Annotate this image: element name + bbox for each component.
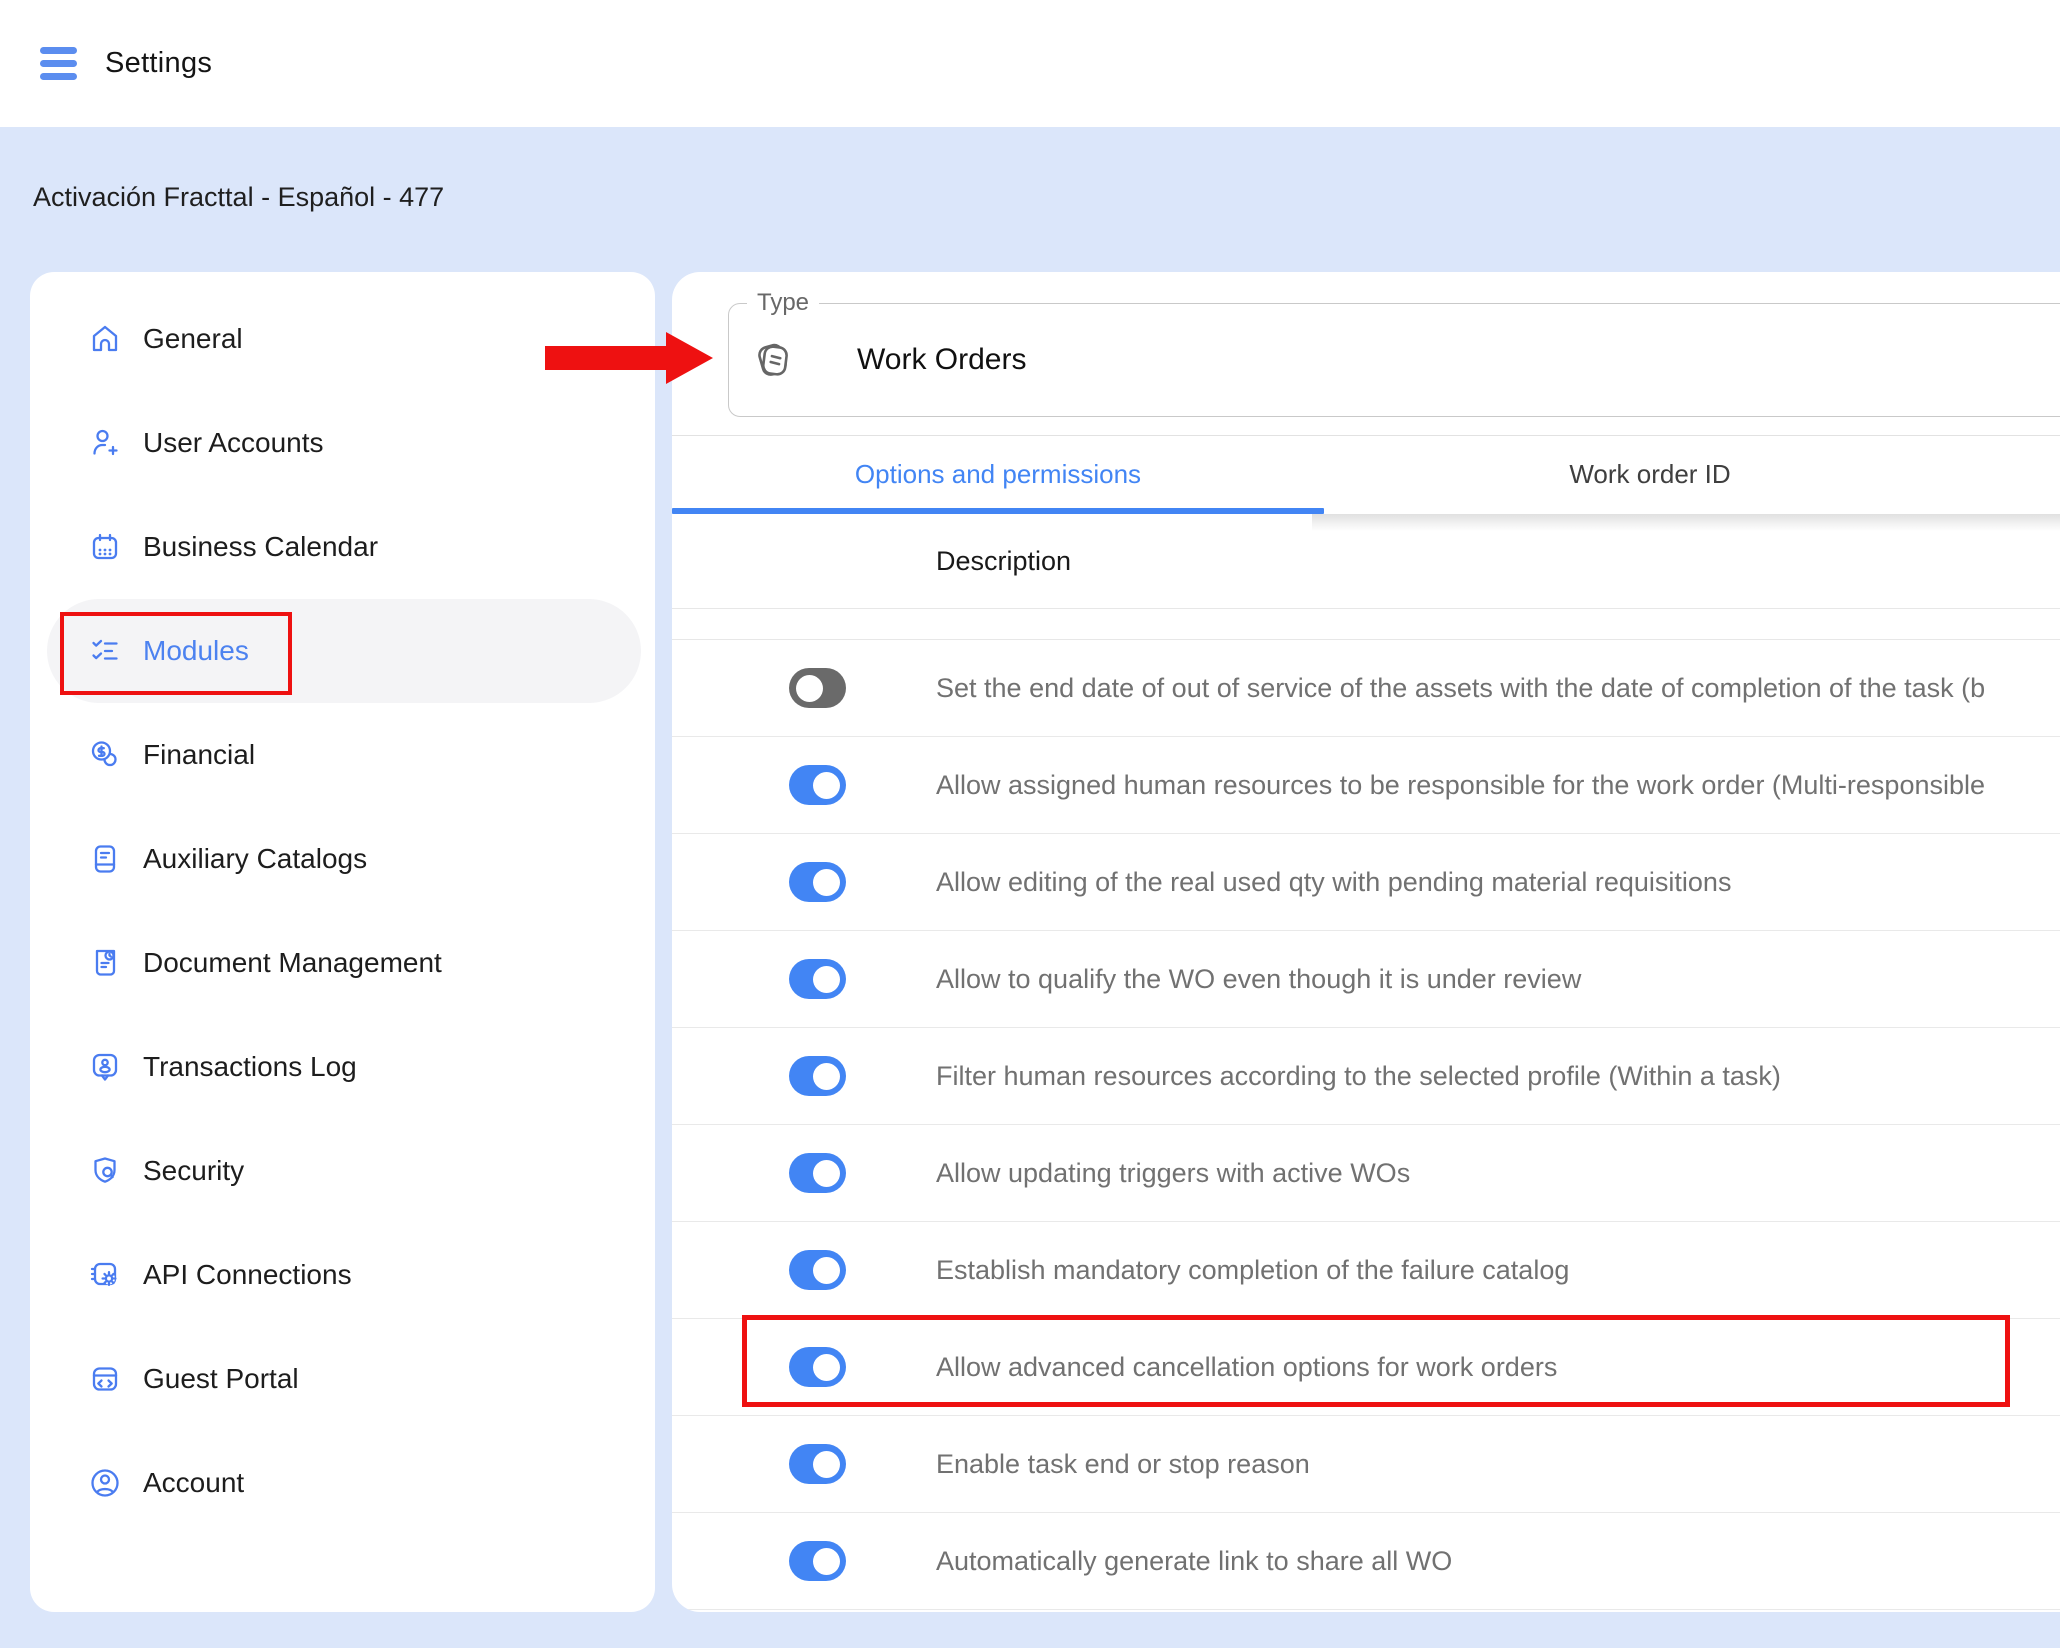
toggle-thumb [813,1451,840,1478]
toggle-switch-on[interactable] [789,862,846,902]
toggle-thumb [813,966,840,993]
permission-description: Filter human resources according to the … [936,1028,1781,1124]
type-field-label: Type [747,288,819,318]
sidebar-item-label: Transactions Log [143,1051,357,1083]
tab-options-and-permissions[interactable]: Options and permissions [672,436,1324,514]
sidebar-item-security[interactable]: Security [47,1119,641,1223]
toggle-thumb [813,1354,840,1381]
main-content-card: Type Work Orders Options and permissions… [672,272,2060,1612]
permission-row: Allow updating triggers with active WOs [672,1125,2060,1222]
permission-row: Allow to qualify the WO even though it i… [672,931,2060,1028]
sidebar-item-auxiliary-catalogs[interactable]: Auxiliary Catalogs [47,807,641,911]
sidebar-item-label: Financial [143,739,255,771]
book-icon [88,842,122,876]
toggle-switch-on[interactable] [789,1056,846,1096]
permission-row: Filter human resources according to the … [672,1028,2060,1125]
toggle-thumb [796,675,823,702]
toggle-switch-off[interactable] [789,668,846,708]
company-subtitle: Activación Fracttal - Español - 477 [33,182,444,213]
toggle-switch-on[interactable] [789,1250,846,1290]
sidebar-item-label: API Connections [143,1259,352,1291]
tab-work-order-id[interactable]: Work order ID [1324,436,1976,514]
toggle-thumb [813,1548,840,1575]
toggle-switch-on[interactable] [789,1347,846,1387]
toggle-thumb [813,772,840,799]
sidebar-item-label: Document Management [143,947,442,979]
permission-description: Allow updating triggers with active WOs [936,1125,1410,1221]
sidebar-item-financial[interactable]: Financial [47,703,641,807]
permissions-list: Set the end date of out of service of th… [672,639,2060,1610]
toggle-switch-on[interactable] [789,765,846,805]
permission-row: Allow advanced cancellation options for … [672,1319,2060,1416]
sidebar-item-business-calendar[interactable]: Business Calendar [47,495,641,599]
sidebar-item-label: Modules [143,635,249,667]
sidebar-item-label: Auxiliary Catalogs [143,843,367,875]
permission-description: Allow to qualify the WO even though it i… [936,931,1581,1027]
hamburger-menu-icon[interactable] [40,47,77,80]
work-orders-icon [749,337,797,385]
document-clock-icon [88,946,122,980]
description-column-header: Description [936,514,1111,608]
checklist-icon [88,634,122,668]
sidebar-item-label: Account [143,1467,244,1499]
home-icon [88,322,122,356]
toggle-thumb [813,1063,840,1090]
page-title: Settings [105,47,212,80]
toggle-switch-on[interactable] [789,959,846,999]
sidebar-item-label: Business Calendar [143,531,378,563]
sidebar-item-account[interactable]: Account [47,1431,641,1535]
sidebar-item-label: Security [143,1155,244,1187]
permission-description: Establish mandatory completion of the fa… [936,1222,1569,1318]
type-field[interactable]: Type Work Orders [728,303,2060,417]
permission-row: Automatically generate link to share all… [672,1513,2060,1610]
calendar-icon [88,530,122,564]
toggle-thumb [813,1160,840,1187]
permission-description: Allow assigned human resources to be res… [936,737,1985,833]
permission-row: Set the end date of out of service of th… [672,640,2060,737]
toggle-switch-on[interactable] [789,1444,846,1484]
shield-icon [88,1154,122,1188]
api-chip-icon [88,1258,122,1292]
tabbar-shadow [1312,514,2060,531]
permission-description: Enable task end or stop reason [936,1416,1310,1512]
permission-description: Set the end date of out of service of th… [936,640,1985,736]
permission-row: Allow assigned human resources to be res… [672,737,2060,834]
user-add-icon [88,426,122,460]
permission-description: Allow advanced cancellation options for … [936,1319,1557,1415]
toggle-switch-on[interactable] [789,1541,846,1581]
permission-description: Allow editing of the real used qty with … [936,834,1731,930]
sidebar-item-transactions-log[interactable]: Transactions Log [47,1015,641,1119]
toggle-thumb [813,1257,840,1284]
tab-bar: Options and permissions Work order ID [672,435,2060,514]
type-field-value: Work Orders [857,304,1026,416]
account-circle-icon [88,1466,122,1500]
app-header: Settings [0,0,2060,127]
browser-code-icon [88,1362,122,1396]
toggle-thumb [813,869,840,896]
sidebar-item-user-accounts[interactable]: User Accounts [47,391,641,495]
sidebar-item-modules[interactable]: Modules [47,599,641,703]
person-badge-icon [88,1050,122,1084]
coin-icon [88,738,122,772]
permission-row: Enable task end or stop reason [672,1416,2060,1513]
permission-description: Automatically generate link to share all… [936,1513,1452,1609]
sidebar-item-label: Guest Portal [143,1363,299,1395]
sidebar-item-label: User Accounts [143,427,324,459]
sidebar-item-general[interactable]: General [47,287,641,391]
permission-row: Allow editing of the real used qty with … [672,834,2060,931]
header-separator [672,608,2060,609]
settings-sidebar: General User Accounts Business Calendar … [30,272,655,1612]
sidebar-item-label: General [143,323,243,355]
sidebar-item-document-management[interactable]: Document Management [47,911,641,1015]
toggle-switch-on[interactable] [789,1153,846,1193]
sidebar-item-api-connections[interactable]: API Connections [47,1223,641,1327]
permission-row: Establish mandatory completion of the fa… [672,1222,2060,1319]
sidebar-item-guest-portal[interactable]: Guest Portal [47,1327,641,1431]
